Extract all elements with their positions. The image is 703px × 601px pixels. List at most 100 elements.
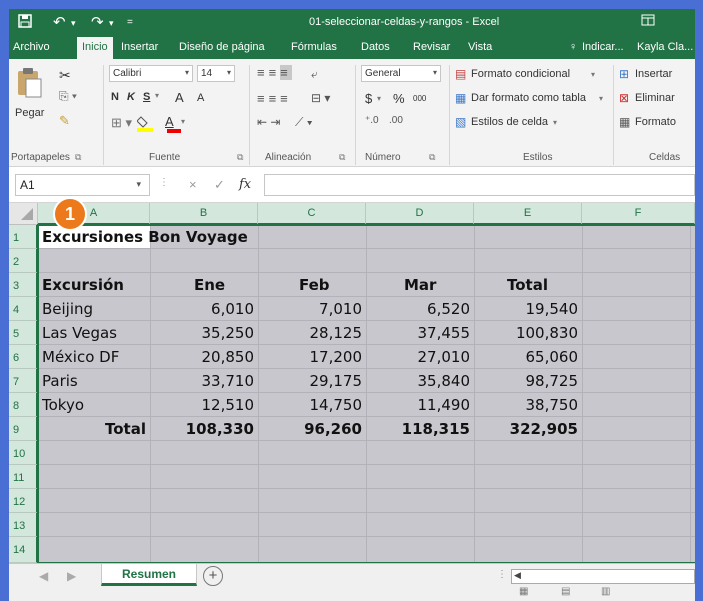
normal-view-icon[interactable]: ▦ [519, 586, 528, 597]
horizontal-scrollbar[interactable]: ◀ [511, 569, 695, 584]
copy-icon[interactable]: ⎘ ▾ [59, 89, 77, 104]
column-header-b[interactable]: B [150, 203, 258, 225]
chevron-down-icon[interactable]: ▾ [553, 118, 557, 127]
row-header-3[interactable]: 3 [9, 273, 38, 297]
customize-icon[interactable]: = [127, 17, 133, 28]
conditional-format-button[interactable]: Formato condicional [471, 68, 570, 80]
formula-input[interactable] [264, 174, 695, 196]
tab-insertar[interactable]: Insertar [121, 41, 158, 53]
increase-decimal-icon[interactable]: ⁺.0 [365, 115, 379, 126]
row-header-7[interactable]: 7 [9, 369, 38, 393]
orientation-icon[interactable]: ⟋ ▾ [295, 115, 313, 130]
chevron-down-icon[interactable]: ▾ [155, 91, 159, 100]
redo-dropdown-icon[interactable]: ▾ [109, 18, 114, 29]
paste-button-label[interactable]: Pegar [15, 107, 44, 119]
row-header-5[interactable]: 5 [9, 321, 38, 345]
alignment-launcher-icon[interactable]: ⧉ [339, 152, 345, 163]
row-header-12[interactable]: 12 [9, 489, 38, 513]
thousands-button[interactable]: 000 [413, 94, 426, 103]
row-header-2[interactable]: 2 [9, 249, 38, 273]
user-account[interactable]: Kayla Cla... [637, 41, 693, 53]
number-format-dropdown[interactable]: General ▾ [361, 65, 441, 82]
tab-inicio[interactable]: Inicio [77, 37, 113, 59]
row-header-13[interactable]: 13 [9, 513, 38, 537]
italic-button[interactable]: K [127, 91, 135, 103]
cell-styles-icon[interactable]: ▧ [455, 115, 466, 129]
shrink-font-button[interactable]: A [197, 92, 204, 104]
format-painter-icon[interactable]: ✎ [59, 113, 70, 129]
percent-button[interactable]: % [393, 91, 405, 106]
conditional-format-icon[interactable]: ▤ [455, 67, 466, 81]
chevron-down-icon[interactable]: ▾ [377, 94, 381, 103]
enter-icon[interactable]: ✓ [214, 177, 225, 193]
decrease-decimal-icon[interactable]: .00 [389, 115, 403, 126]
lightbulb-icon[interactable]: ♀ [569, 41, 577, 53]
row-header-10[interactable]: 10 [9, 441, 38, 465]
tell-me-search[interactable]: Indicar... [582, 41, 624, 53]
undo-dropdown-icon[interactable]: ▾ [71, 18, 76, 29]
bold-button[interactable]: N [111, 91, 119, 103]
vertical-align-icons[interactable]: ≡≡≡ [257, 65, 292, 80]
cancel-icon[interactable]: × [189, 177, 197, 192]
tab-formulas[interactable]: Fórmulas [291, 41, 337, 53]
insert-function-icon[interactable]: fx [239, 177, 251, 192]
column-header-f[interactable]: F [582, 203, 695, 225]
underline-button[interactable]: S [143, 91, 150, 103]
ribbon-display-icon[interactable] [641, 14, 655, 29]
horizontal-align-icons[interactable]: ≡≡≡ [257, 91, 292, 106]
name-box[interactable]: A1 ▾ [15, 174, 150, 196]
wrap-text-icon[interactable]: ⤶ [311, 67, 318, 82]
insert-cells-icon[interactable]: ⊞ [619, 67, 629, 81]
indent-icons[interactable]: ⇤ ⇥ [257, 115, 280, 129]
row-header-8[interactable]: 8 [9, 393, 38, 417]
font-launcher-icon[interactable]: ⧉ [237, 152, 243, 163]
borders-icon[interactable]: ⊞ ▾ [111, 115, 132, 131]
merge-center-icon[interactable]: ⊟ ▾ [311, 91, 330, 105]
font-name-dropdown[interactable]: Calibri ▾ [109, 65, 193, 82]
format-as-table-icon[interactable]: ▦ [455, 91, 466, 105]
column-header-e[interactable]: E [474, 203, 582, 225]
select-all-button[interactable] [9, 203, 38, 225]
cut-icon[interactable]: ✂ [59, 67, 71, 84]
row-header-9[interactable]: 9 [9, 417, 38, 441]
column-header-c[interactable]: C [258, 203, 366, 225]
chevron-down-icon[interactable]: ▾ [181, 117, 185, 126]
chevron-down-icon[interactable]: ▾ [591, 70, 595, 79]
fill-color-icon[interactable] [136, 114, 159, 135]
tab-vista[interactable]: Vista [468, 41, 492, 53]
font-color-button[interactable]: A [165, 114, 174, 129]
cell-styles-button[interactable]: Estilos de celda [471, 116, 548, 128]
add-sheet-icon[interactable]: + [203, 566, 223, 586]
paste-icon[interactable] [15, 67, 43, 102]
page-layout-view-icon[interactable]: ▤ [561, 586, 570, 597]
font-size-dropdown[interactable]: 14 ▾ [197, 65, 235, 82]
prev-sheet-icon[interactable]: ◀ [39, 569, 48, 583]
page-break-view-icon[interactable]: ▥ [601, 586, 610, 597]
row-header-11[interactable]: 11 [9, 465, 38, 489]
delete-cells-icon[interactable]: ⊠ [619, 91, 629, 105]
currency-button[interactable]: $ [365, 91, 372, 106]
tab-split-handle-icon[interactable]: ⋮ [497, 569, 507, 580]
number-launcher-icon[interactable]: ⧉ [429, 152, 435, 163]
next-sheet-icon[interactable]: ▶ [67, 569, 76, 583]
undo-icon[interactable]: ↶ [53, 13, 66, 31]
chevron-down-icon[interactable]: ▾ [599, 94, 603, 103]
scroll-left-icon[interactable]: ◀ [514, 570, 521, 581]
tab-archivo[interactable]: Archivo [13, 41, 50, 53]
row-header-6[interactable]: 6 [9, 345, 38, 369]
row-header-14[interactable]: 14 [9, 537, 38, 563]
format-cells-icon[interactable]: ▦ [619, 115, 630, 129]
delete-cells-button[interactable]: Eliminar [635, 92, 675, 104]
sheet-tab-resumen[interactable]: Resumen [101, 564, 197, 586]
format-as-table-button[interactable]: Dar formato como tabla [471, 92, 586, 104]
tab-diseno-pagina[interactable]: Diseño de página [179, 41, 265, 53]
tab-revisar[interactable]: Revisar [413, 41, 450, 53]
clipboard-launcher-icon[interactable]: ⧉ [75, 152, 81, 163]
format-cells-button[interactable]: Formato [635, 116, 676, 128]
tab-datos[interactable]: Datos [361, 41, 390, 53]
row-header-1[interactable]: 1 [9, 225, 38, 249]
grow-font-button[interactable]: A [175, 90, 184, 105]
column-header-d[interactable]: D [366, 203, 474, 225]
row-header-4[interactable]: 4 [9, 297, 38, 321]
insert-cells-button[interactable]: Insertar [635, 68, 672, 80]
